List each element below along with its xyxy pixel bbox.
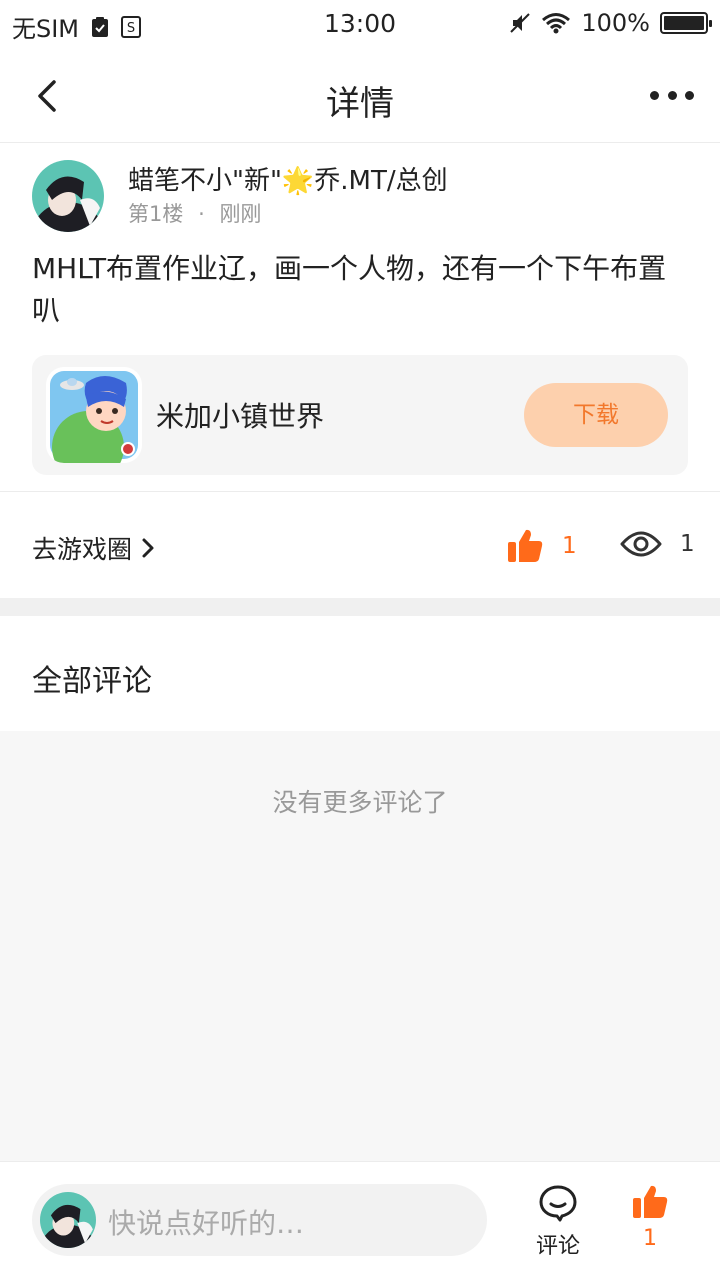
status-bar: 无SIM S 13:00 100% xyxy=(0,0,720,50)
comments-area: 没有更多评论了 xyxy=(0,731,720,1161)
bottom-bar: 快说点好听的… 评论 1 xyxy=(0,1161,720,1280)
battery-icon xyxy=(660,12,712,34)
thumbs-up-icon xyxy=(633,1185,668,1218)
post-header: 蜡笔不小"新"🌟乔.MT/总创 第1楼 · 刚刚 xyxy=(32,160,692,232)
game-icon xyxy=(46,367,142,463)
more-button[interactable] xyxy=(650,80,694,110)
status-right: 100% xyxy=(509,9,712,37)
user-avatar xyxy=(40,1192,96,1248)
goto-game-circle-label: 去游戏圈 xyxy=(32,535,133,564)
post-meta: 第1楼 · 刚刚 xyxy=(128,198,261,228)
comments-header: 全部评论 xyxy=(32,664,152,699)
eye-icon xyxy=(620,531,662,557)
section-divider xyxy=(0,598,720,616)
no-more-comments-text: 没有更多评论了 xyxy=(272,788,448,817)
comment-button[interactable]: 评论 xyxy=(526,1184,590,1260)
floor-label: 第1楼 xyxy=(128,202,184,226)
meta-separator: · xyxy=(198,202,205,226)
goto-game-circle-link[interactable]: 去游戏圈 xyxy=(32,530,156,566)
view-stat: 1 xyxy=(620,528,695,560)
author-avatar[interactable] xyxy=(32,160,104,232)
post-content: MHLT布置作业辽，画一个人物，还有一个下午布置叭 xyxy=(32,252,667,327)
comment-input[interactable]: 快说点好听的… xyxy=(32,1184,487,1256)
game-name: 米加小镇世界 xyxy=(156,400,325,433)
thumbs-up-icon xyxy=(508,529,543,562)
download-button[interactable]: 下载 xyxy=(524,383,668,447)
bottom-like-count: 1 xyxy=(643,1226,657,1251)
battery-percent: 100% xyxy=(581,9,650,37)
bottom-like-button[interactable]: 1 xyxy=(618,1184,682,1251)
view-count: 1 xyxy=(680,531,695,557)
author-name[interactable]: 蜡笔不小"新"🌟乔.MT/总创 xyxy=(128,160,448,197)
wifi-icon xyxy=(542,13,571,34)
more-dots-icon xyxy=(650,90,659,100)
more-dots-icon xyxy=(685,90,694,100)
comment-input-placeholder: 快说点好听的… xyxy=(108,1207,305,1240)
chevron-right-icon xyxy=(142,538,154,558)
like-count: 1 xyxy=(562,533,577,559)
like-stat[interactable]: 1 xyxy=(506,528,577,564)
stats-row: 去游戏圈 1 1 xyxy=(0,492,720,598)
page-title: 详情 xyxy=(326,84,394,124)
comment-button-label: 评论 xyxy=(535,1234,580,1259)
game-card[interactable]: 米加小镇世界 下载 xyxy=(32,355,688,475)
more-dots-icon xyxy=(667,90,677,100)
nav-bar: 详情 xyxy=(0,50,720,143)
post-time: 刚刚 xyxy=(219,202,262,226)
comment-bubble-icon xyxy=(539,1185,577,1222)
mute-icon xyxy=(510,13,531,33)
